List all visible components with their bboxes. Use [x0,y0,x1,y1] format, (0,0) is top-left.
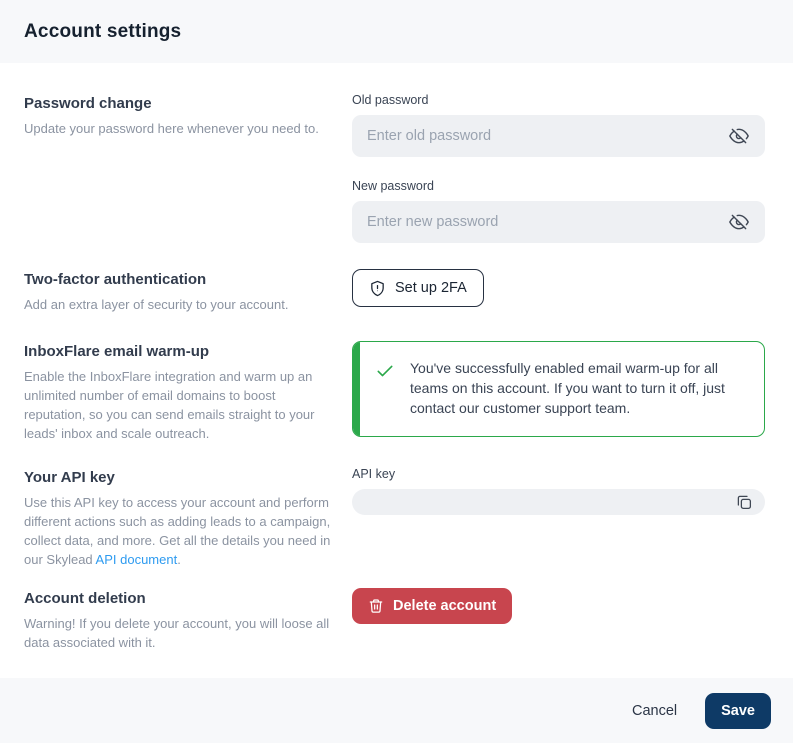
account-deletion-info: Account deletion Warning! If you delete … [24,588,352,653]
shield-icon [369,280,386,297]
setup-2fa-button-label: Set up 2FA [395,280,467,296]
settings-content: Password change Update your password her… [0,63,793,678]
account-deletion-actions: Delete account [352,588,765,653]
new-password-field: New password [352,179,765,243]
trash-icon [368,598,384,614]
password-change-fields: Old password New password [352,93,765,243]
section-api-key: Your API key Use this API key to access … [24,467,765,570]
cancel-button[interactable]: Cancel [630,697,679,725]
setup-2fa-button[interactable]: Set up 2FA [352,269,484,307]
password-change-info: Password change Update your password her… [24,93,352,243]
delete-account-button-label: Delete account [393,598,496,614]
page-footer: Cancel Save [0,678,793,743]
eye-off-icon [729,126,749,146]
section-two-factor: Two-factor authentication Add an extra l… [24,269,765,315]
delete-account-button[interactable]: Delete account [352,588,512,624]
old-password-input[interactable] [367,128,726,144]
section-account-deletion: Account deletion Warning! If you delete … [24,588,765,653]
email-warmup-info: InboxFlare email warm-up Enable the Inbo… [24,341,352,444]
section-password-change: Password change Update your password her… [24,93,765,243]
old-password-visibility-toggle[interactable] [726,123,752,149]
warmup-success-alert: You've successfully enabled email warm-u… [352,341,765,437]
old-password-label: Old password [352,93,765,107]
email-warmup-status: You've successfully enabled email warm-u… [352,341,765,444]
api-document-link[interactable]: API document [96,552,178,567]
api-key-info: Your API key Use this API key to access … [24,467,352,570]
account-deletion-title: Account deletion [24,590,336,607]
check-icon [375,361,395,386]
old-password-input-wrap [352,115,765,157]
new-password-label: New password [352,179,765,193]
new-password-input-wrap [352,201,765,243]
api-key-title: Your API key [24,469,336,486]
two-factor-info: Two-factor authentication Add an extra l… [24,269,352,315]
new-password-input[interactable] [367,214,726,230]
section-email-warmup: InboxFlare email warm-up Enable the Inbo… [24,341,765,444]
old-password-field: Old password [352,93,765,157]
eye-off-icon [729,212,749,232]
copy-icon [735,493,753,511]
page-title: Account settings [24,21,181,43]
password-change-title: Password change [24,95,336,112]
account-deletion-description: Warning! If you delete your account, you… [24,615,336,653]
warmup-alert-text: You've successfully enabled email warm-u… [410,359,748,419]
page-header: Account settings [0,0,793,63]
save-button[interactable]: Save [705,693,771,729]
api-key-description: Use this API key to access your account … [24,494,336,570]
api-key-description-period: . [177,552,181,567]
copy-api-key-button[interactable] [731,489,757,515]
email-warmup-title: InboxFlare email warm-up [24,343,336,360]
api-key-label: API key [352,467,765,481]
two-factor-actions: Set up 2FA [352,269,765,315]
api-key-field-wrap [352,489,765,515]
api-key-field-area: API key [352,467,765,570]
two-factor-title: Two-factor authentication [24,271,336,288]
new-password-visibility-toggle[interactable] [726,209,752,235]
api-key-input[interactable] [364,494,731,509]
password-change-description: Update your password here whenever you n… [24,120,336,139]
two-factor-description: Add an extra layer of security to your a… [24,296,336,315]
email-warmup-description: Enable the InboxFlare integration and wa… [24,368,336,444]
